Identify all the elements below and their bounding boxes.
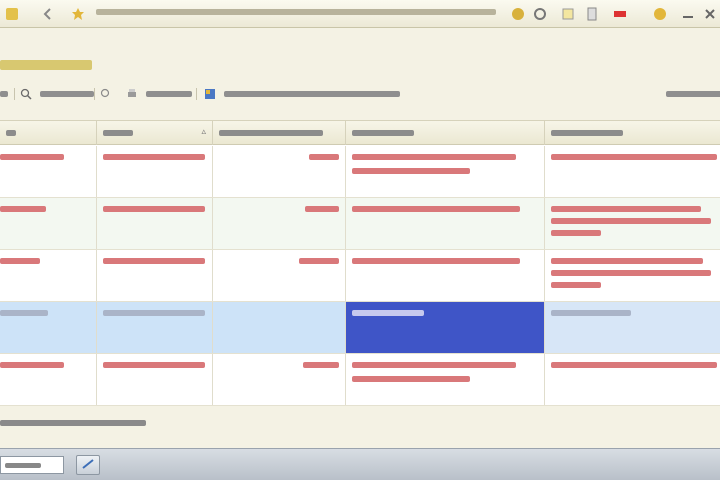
cell-status-focused[interactable]: [346, 302, 545, 353]
table-row[interactable]: [0, 354, 720, 406]
calculator-icon[interactable]: [584, 6, 600, 22]
cell-amount: [213, 198, 346, 249]
cell-number: [0, 302, 97, 353]
table-row[interactable]: [0, 198, 720, 250]
table-icon: [205, 89, 215, 99]
filter-button[interactable]: [100, 86, 112, 102]
table-header: ▵: [0, 121, 720, 145]
cell-contractor: [545, 302, 720, 353]
toolbar-divider: [94, 88, 95, 100]
cell-status: [346, 354, 545, 405]
table-row[interactable]: [0, 146, 720, 198]
status-line: [0, 414, 400, 432]
cell-status: [346, 198, 545, 249]
cell-status: [346, 146, 545, 197]
cell-contractor: [545, 354, 720, 405]
print-button[interactable]: [126, 86, 192, 102]
print-icon: [128, 89, 136, 97]
cell-date: [97, 198, 213, 249]
search-icon: [20, 88, 32, 100]
star-icon[interactable]: [70, 6, 86, 22]
cell-date: [97, 302, 213, 353]
close-icon[interactable]: [702, 6, 718, 22]
column-header-amount[interactable]: [213, 121, 346, 145]
toolbar-divider: [14, 88, 15, 100]
info-icon[interactable]: [652, 6, 668, 22]
column-header-status[interactable]: [346, 121, 545, 145]
cell-amount: [213, 146, 346, 197]
cell-contractor: [545, 250, 720, 301]
page-title: [0, 52, 220, 76]
cell-date: [97, 354, 213, 405]
taskbar-input[interactable]: [0, 456, 64, 474]
all-actions-button[interactable]: [662, 86, 720, 102]
column-header-contractor[interactable]: [545, 121, 720, 145]
cell-number: [0, 198, 97, 249]
table-row[interactable]: [0, 250, 720, 302]
cell-contractor: [545, 146, 720, 197]
filter-icon: [100, 88, 110, 98]
stock-balance-button[interactable]: [204, 86, 400, 102]
calendar-icon[interactable]: [560, 6, 576, 22]
window-title: [96, 7, 506, 21]
toolbar-divider: [196, 88, 197, 100]
cell-date: [97, 146, 213, 197]
cell-date: [97, 250, 213, 301]
table-row-selected[interactable]: [0, 302, 720, 354]
toolbar: [0, 84, 720, 104]
cell-amount: [213, 250, 346, 301]
sort-ascending-icon: ▵: [201, 127, 206, 137]
cell-number: [0, 354, 97, 405]
orders-table: ▵: [0, 120, 720, 406]
cell-amount: [213, 302, 346, 353]
favorites-icon[interactable]: [510, 6, 526, 22]
find-button[interactable]: [20, 86, 94, 102]
add-button[interactable]: [0, 86, 10, 102]
window-title-bar: [0, 0, 720, 28]
back-icon[interactable]: [40, 6, 56, 22]
app-icon[interactable]: [4, 6, 20, 22]
link-icon: [82, 459, 94, 469]
cell-number: [0, 146, 97, 197]
column-header-date[interactable]: ▵: [97, 121, 213, 145]
column-header-number[interactable]: [0, 121, 97, 145]
minimize-icon[interactable]: [680, 6, 696, 22]
cell-contractor: [545, 198, 720, 249]
memory-icon[interactable]: [612, 6, 628, 22]
taskbar: [0, 448, 720, 480]
cell-amount: [213, 354, 346, 405]
cell-number: [0, 250, 97, 301]
taskbar-button[interactable]: [76, 455, 100, 475]
cell-status: [346, 250, 545, 301]
history-icon[interactable]: [532, 6, 548, 22]
